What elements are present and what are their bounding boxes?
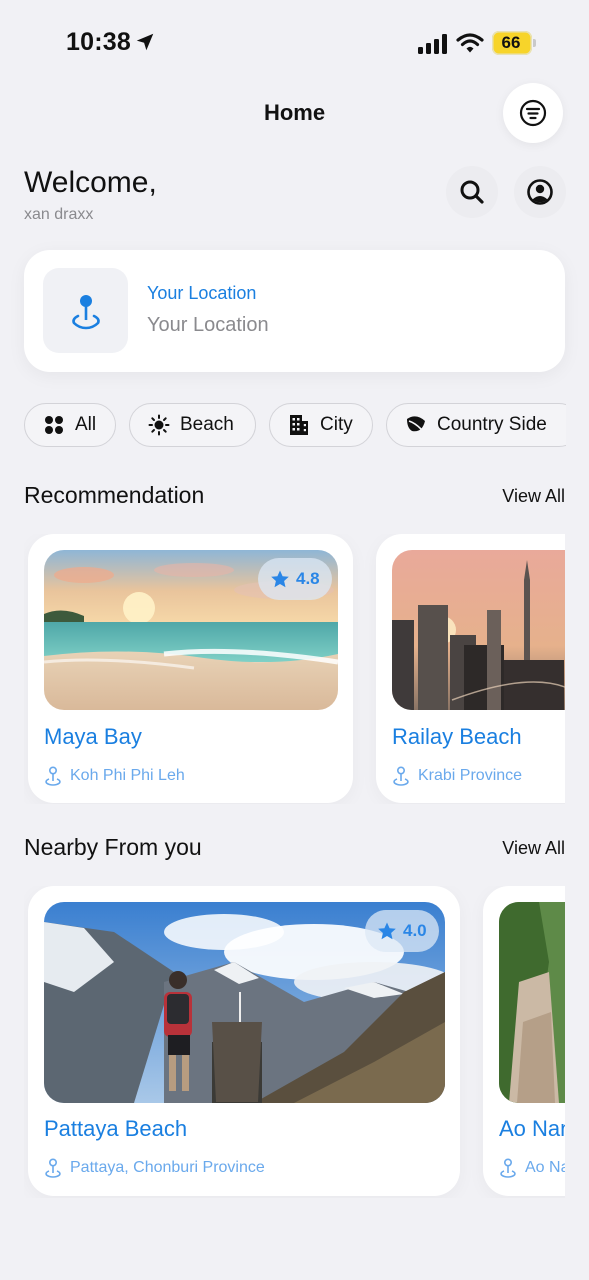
place-location-text: Krabi Province [418, 767, 523, 784]
star-icon [271, 570, 289, 588]
place-location: Ao Nang [499, 1158, 565, 1178]
recommendation-view-all-link[interactable]: View All [502, 486, 565, 507]
nearby-title: Nearby From you [24, 834, 202, 860]
category-chips: All Beach City Country Side [24, 401, 566, 449]
place-image-city-skyline [392, 550, 565, 710]
place-card[interactable]: 4.8 Maya Bay Koh Phi Phi Leh [28, 534, 353, 803]
leaf-icon [405, 414, 427, 436]
location-card[interactable]: Your Location Your Location [24, 250, 565, 372]
location-arrow-icon [136, 33, 154, 51]
place-location: Krabi Province [392, 766, 522, 786]
location-value: Your Location [147, 314, 269, 336]
place-name: Pattaya Beach [44, 1116, 188, 1141]
place-name: Railay Beach [392, 724, 522, 749]
location-pin-icon [45, 1158, 61, 1178]
cellular-signal-icon [418, 34, 447, 54]
recommendation-title: Recommendation [24, 482, 205, 508]
wifi-icon [456, 33, 484, 53]
place-location: Pattaya, Chonburi Province [44, 1158, 265, 1178]
place-location-text: Pattaya, Chonburi Province [70, 1159, 265, 1176]
recommendation-carousel[interactable]: 4.8 Maya Bay Koh Phi Phi Leh Railay Beac… [24, 534, 565, 804]
place-image-cliff [499, 902, 565, 1103]
location-pin-icon [71, 294, 100, 329]
place-name: Maya Bay [44, 724, 142, 749]
place-card[interactable]: Railay Beach Krabi Province [376, 534, 565, 803]
location-pin-icon [393, 766, 409, 786]
place-location-text: Koh Phi Phi Leh [70, 767, 185, 784]
chip-label: City [320, 414, 353, 435]
location-pin-icon [500, 1158, 516, 1178]
status-time: 10:38 [66, 28, 131, 56]
place-card[interactable]: Ao Nang Ao Nang [483, 886, 565, 1196]
place-card[interactable]: 4.0 Pattaya Beach Pattaya, Chonburi Prov… [28, 886, 460, 1196]
welcome-heading: Welcome, [24, 166, 157, 199]
place-location-text: Ao Nang [525, 1159, 565, 1176]
chip-label: Country Side [437, 414, 547, 435]
location-pin-box [43, 268, 128, 353]
sun-icon [148, 414, 170, 436]
search-icon [460, 180, 484, 204]
rating-badge: 4.8 [258, 558, 332, 600]
chip-label: Beach [180, 414, 234, 435]
place-name: Ao Nang [499, 1116, 565, 1141]
filter-icon [519, 99, 547, 127]
username-label: xan draxx [24, 206, 94, 223]
location-pin-icon [45, 766, 61, 786]
page-title: Home [263, 100, 326, 125]
chip-city[interactable]: City [269, 403, 373, 447]
profile-button[interactable] [514, 166, 566, 218]
rating-badge: 4.0 [365, 910, 439, 952]
rating-value: 4.8 [296, 569, 320, 588]
search-button[interactable] [446, 166, 498, 218]
chip-beach[interactable]: Beach [129, 403, 256, 447]
chip-country-side[interactable]: Country Side [386, 403, 566, 447]
filter-button[interactable] [503, 83, 563, 143]
building-icon [288, 414, 310, 436]
location-label: Your Location [147, 283, 257, 303]
nearby-carousel[interactable]: 4.0 Pattaya Beach Pattaya, Chonburi Prov… [24, 886, 565, 1198]
chip-all[interactable]: All [24, 403, 116, 447]
star-icon [378, 922, 396, 940]
nearby-view-all-link[interactable]: View All [502, 838, 565, 859]
place-location: Koh Phi Phi Leh [44, 766, 185, 786]
grid-icon [43, 414, 65, 436]
rating-value: 4.0 [403, 921, 427, 940]
status-bar: 10:38 66 [0, 0, 589, 86]
chip-label: All [75, 414, 97, 435]
battery-indicator: 66 [492, 31, 536, 55]
battery-level: 66 [501, 33, 521, 52]
user-avatar-icon [527, 179, 553, 205]
